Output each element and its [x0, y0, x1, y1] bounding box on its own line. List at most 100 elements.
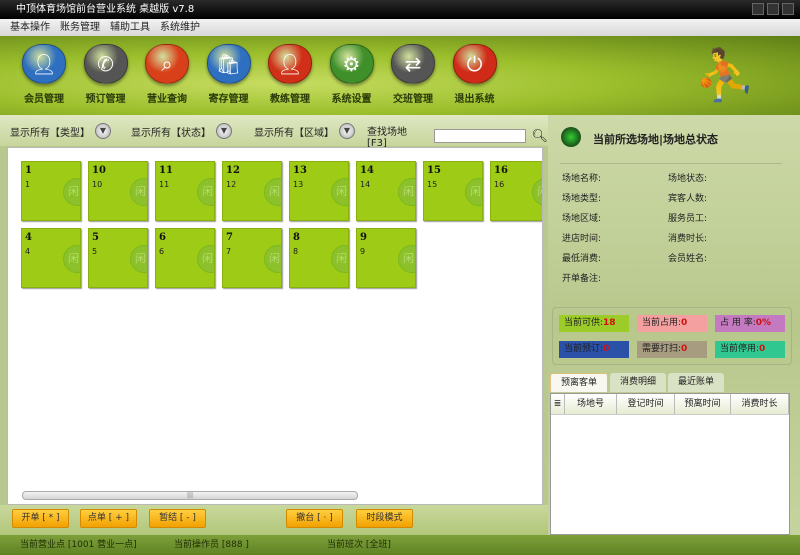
filter-bar: 显示所有【类型】 ▼ 显示所有【状态】 ▼ 显示所有【区域】 ▼ 查找场地 [F3] 🔍…: [0, 115, 548, 149]
col-duration[interactable]: 消费时长: [731, 394, 789, 414]
chevron-down-icon[interactable]: ▼: [95, 123, 111, 139]
stat-label: 当前停用:: [720, 344, 760, 354]
stat-badge: 当前停用:0: [715, 341, 785, 358]
venue-sub: 4: [25, 247, 31, 256]
venue-sub: 13: [293, 180, 304, 189]
venue-tile[interactable]: 5 5 闲: [88, 228, 148, 288]
temp-settle-button[interactable]: 暂结 [ - ]: [149, 509, 206, 528]
toolbar-label: 系统设置: [331, 94, 372, 105]
venue-logo-icon: 闲: [197, 178, 214, 206]
menu-maintenance[interactable]: 系统维护: [160, 19, 200, 36]
col-checkin-time[interactable]: 登记时间: [617, 394, 675, 414]
status-point: 当前营业点 [1001 营业一点]: [20, 540, 137, 550]
field-label: 宾客人数:: [668, 194, 708, 204]
venue-tile[interactable]: 10 10 闲: [88, 161, 148, 221]
venue-tile[interactable]: 15 15 闲: [423, 161, 483, 221]
handover-icon: ⇄: [391, 44, 435, 84]
toolbar-button-1[interactable]: ✆ 预订管理: [76, 44, 136, 105]
stat-badge: 当前占用:0: [637, 315, 707, 332]
toolbar-button-3[interactable]: 🛍︎ 寄存管理: [199, 44, 259, 105]
toolbar-label: 预订管理: [85, 94, 126, 105]
venue-sub: 7: [226, 247, 232, 256]
state-filter[interactable]: 显示所有【状态】 ▼: [131, 123, 232, 139]
venue-sub: 10: [92, 180, 103, 189]
venue-logo-icon: 闲: [398, 245, 415, 273]
toolbar-button-0[interactable]: 👤︎ 会员管理: [14, 44, 74, 105]
title-bar: 中顶体育场馆前台营业系统 桌越版 v7.8: [0, 0, 800, 19]
venue-tile[interactable]: 4 4 闲: [21, 228, 81, 288]
players-logo: ⛹: [693, 46, 757, 104]
venue-name: 13: [293, 165, 307, 176]
table-header: ≣ 场地号 登记时间 预离时间 消费时长: [551, 394, 789, 415]
search-icon[interactable]: 🔍︎: [531, 129, 548, 144]
tab-departing-guests[interactable]: 预离客单: [550, 373, 609, 392]
tab-consumption-detail[interactable]: 消费明细: [610, 373, 667, 392]
area-filter-label: 显示所有【区域】: [254, 127, 334, 139]
venue-logo-icon: 闲: [264, 178, 281, 206]
menu-basic[interactable]: 基本操作: [10, 19, 50, 36]
venue-name: 9: [360, 232, 367, 243]
venue-tile[interactable]: 7 7 闲: [222, 228, 282, 288]
col-departure-time[interactable]: 预离时间: [675, 394, 731, 414]
venue-tile[interactable]: 1 1 闲: [21, 161, 81, 221]
toolbar-label: 寄存管理: [208, 94, 249, 105]
coach-icon: 👤︎: [268, 44, 312, 84]
venue-logo-icon: 闲: [130, 245, 147, 273]
venue-name: 8: [293, 232, 300, 243]
open-order-button[interactable]: 开单 [ * ]: [12, 509, 69, 528]
field-label: 开单备注:: [562, 274, 602, 284]
toolbar-label: 营业查询: [147, 94, 187, 105]
search-input[interactable]: [434, 129, 527, 143]
col-venue-no[interactable]: 场地号: [565, 394, 617, 414]
chevron-down-icon[interactable]: ▼: [339, 123, 355, 139]
field-label: 服务员工:: [668, 214, 708, 224]
venue-name: 7: [226, 232, 233, 243]
type-filter[interactable]: 显示所有【类型】 ▼: [10, 123, 111, 139]
venue-logo-icon: 闲: [197, 245, 214, 273]
toolbar-button-5[interactable]: ⚙ 系统设置: [322, 44, 382, 105]
toolbar-button-2[interactable]: ⌕ 营业查询: [137, 44, 197, 105]
stat-value: 0: [681, 344, 688, 354]
menu-accounts[interactable]: 账务管理: [60, 19, 100, 36]
venue-sub: 9: [360, 247, 366, 256]
toolbar-button-7[interactable]: ⏻ 退出系统: [445, 44, 505, 105]
stat-value: 0: [759, 344, 766, 354]
venue-tile[interactable]: 8 8 闲: [289, 228, 349, 288]
venue-tile[interactable]: 13 13 闲: [289, 161, 349, 221]
stat-value: 18: [603, 318, 616, 328]
venue-tile[interactable]: 14 14 闲: [356, 161, 416, 221]
venue-tile[interactable]: 9 9 闲: [356, 228, 416, 288]
minimize-button[interactable]: [752, 3, 764, 15]
row-selector-icon[interactable]: ≣: [551, 394, 565, 414]
panel-tabs: 预离客单 消费明细 最近账单: [550, 373, 725, 392]
tab-recent-bills[interactable]: 最近账单: [668, 373, 725, 392]
venue-tile[interactable]: 6 6 闲: [155, 228, 215, 288]
venue-tile[interactable]: 12 12 闲: [222, 161, 282, 221]
venue-logo-icon: 闲: [130, 178, 147, 206]
stat-label: 当前占用:: [642, 318, 682, 328]
gear-icon: ⚙: [329, 44, 374, 84]
venue-logo-icon: 闲: [398, 178, 415, 206]
venue-status-panel: 当前所选场地|场地总状态 当前可供:18 当前占用:0 占 用 率:0% 当前预订:0…: [548, 115, 800, 535]
close-button[interactable]: [782, 3, 794, 15]
maximize-button[interactable]: [767, 3, 779, 15]
add-item-button[interactable]: 点单 [ + ]: [80, 509, 137, 528]
stat-badge: 占 用 率:0%: [715, 315, 785, 332]
toolbar-button-4[interactable]: 👤︎ 教练管理: [260, 44, 320, 105]
venue-sub: 1: [25, 180, 31, 189]
action-bar: 开单 [ * ] 点单 [ + ] 暂结 [ - ] 撤台 [ · ] 时段模式: [0, 505, 548, 535]
chevron-down-icon[interactable]: ▼: [216, 123, 232, 139]
field-label: 会员姓名:: [668, 254, 708, 264]
area-filter[interactable]: 显示所有【区域】 ▼: [254, 123, 355, 139]
menu-tools[interactable]: 辅助工具: [110, 19, 150, 36]
time-mode-button[interactable]: 时段模式: [356, 509, 413, 528]
stat-badge: 需要打扫:0: [637, 341, 707, 358]
stat-value: 0: [681, 318, 688, 328]
horizontal-scrollbar[interactable]: |||: [22, 491, 358, 500]
venue-tile[interactable]: 11 11 闲: [155, 161, 215, 221]
stat-label: 当前预订:: [564, 344, 604, 354]
venue-tile[interactable]: 16 16 闲: [490, 161, 542, 221]
clear-table-button[interactable]: 撤台 [ · ]: [286, 509, 343, 528]
toolbar-button-6[interactable]: ⇄ 交班管理: [383, 44, 443, 105]
venue-name: 12: [226, 165, 240, 176]
